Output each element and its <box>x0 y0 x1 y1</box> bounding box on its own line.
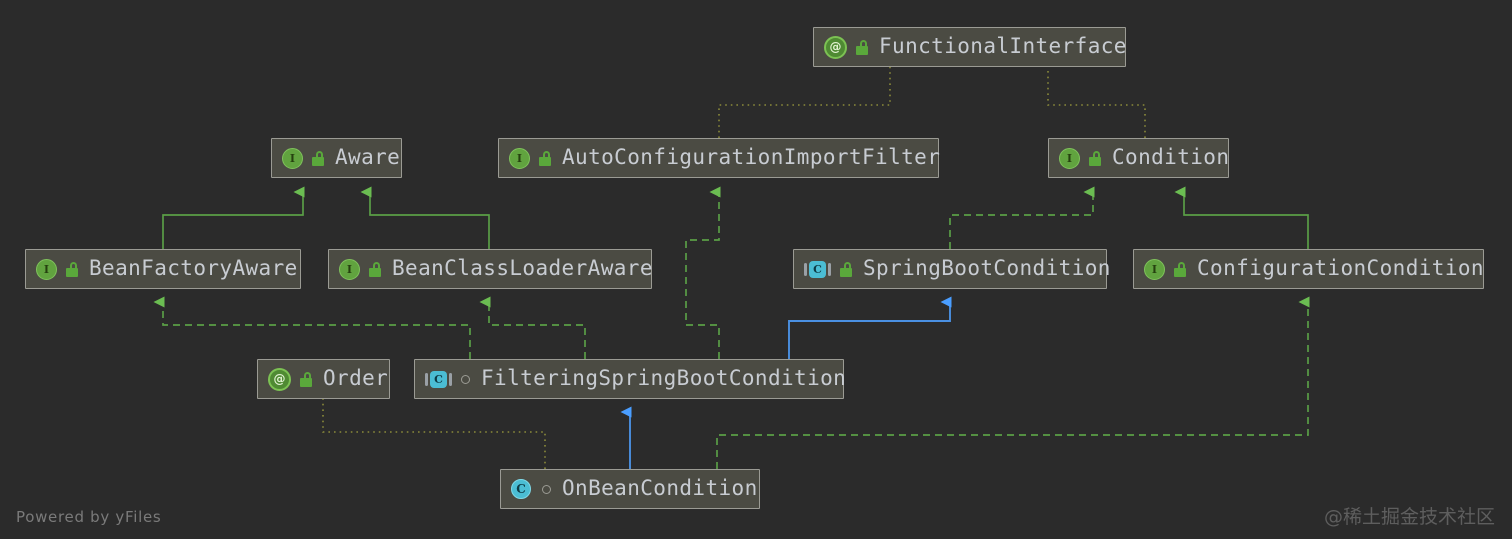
interface-i-icon: I <box>509 147 530 169</box>
node-bean-factory-aware[interactable]: I BeanFactoryAware <box>25 249 301 289</box>
node-label: AutoConfigurationImportFilter <box>562 144 941 169</box>
node-label: FunctionalInterface <box>879 33 1127 58</box>
lock-public-icon <box>1088 150 1103 166</box>
node-label: FilteringSpringBootCondition <box>481 365 847 390</box>
package-private-icon <box>461 374 470 384</box>
edge-autoconfigurationimportfilter-functionalinterface <box>718 67 891 138</box>
edge-configurationcondition-condition <box>1174 186 1309 249</box>
lock-public-icon <box>538 150 553 166</box>
node-configuration-condition[interactable]: I ConfigurationCondition <box>1133 249 1484 289</box>
abstract-class-c-icon: C <box>804 260 831 278</box>
node-spring-boot-condition[interactable]: C SpringBootCondition <box>793 249 1110 289</box>
interface-i-icon: I <box>1144 258 1165 280</box>
lock-public-icon <box>855 39 870 55</box>
abstract-class-c-icon: C <box>425 370 452 388</box>
node-bean-class-loader-aware[interactable]: I BeanClassLoaderAware <box>328 249 652 289</box>
node-label: OnBeanCondition <box>562 475 758 500</box>
node-order[interactable]: @ Order <box>257 359 390 399</box>
node-label: BeanClassLoaderAware <box>392 255 653 280</box>
node-condition[interactable]: I Condition <box>1048 138 1229 178</box>
interface-i-icon: I <box>282 147 303 169</box>
edge-springbootcondition-condition <box>949 186 1095 249</box>
node-label: ConfigurationCondition <box>1197 255 1484 280</box>
interface-i-icon: I <box>36 258 57 280</box>
annotation-at-icon: @ <box>268 367 291 391</box>
lock-public-icon <box>368 261 383 277</box>
node-filtering-spring-boot-condition[interactable]: C FilteringSpringBootCondition <box>414 359 847 399</box>
edge-beanclassloaderaware-aware <box>360 186 490 249</box>
edge-onbeancondition-order <box>322 399 546 469</box>
node-label: Condition <box>1112 144 1230 169</box>
edge-filteringspringbootcondition-springbootcondition <box>788 296 952 359</box>
interface-i-icon: I <box>1059 147 1080 169</box>
lock-public-icon <box>1173 261 1188 277</box>
edge-filteringspringbootcondition-beanclassloaderaware <box>479 296 586 359</box>
edge-condition-functionalinterface <box>1047 67 1146 138</box>
node-auto-configuration-import-filter[interactable]: I AutoConfigurationImportFilter <box>498 138 941 178</box>
lock-public-icon <box>839 261 854 277</box>
node-label: Aware <box>335 144 401 169</box>
node-on-bean-condition[interactable]: C OnBeanCondition <box>500 469 760 509</box>
node-functional-interface[interactable]: @ FunctionalInterface <box>813 27 1126 67</box>
lock-public-icon <box>299 371 314 387</box>
powered-by-label: Powered by yFiles <box>16 508 162 526</box>
edge-filteringspringbootcondition-autoconfigurationimportfilter <box>685 186 721 359</box>
watermark-label: @稀土掘金技术社区 <box>1323 506 1495 528</box>
edge-beanfactoryaware-aware <box>162 186 305 249</box>
edge-filteringspringbootcondition-beanfactoryaware <box>153 296 471 359</box>
annotation-at-icon: @ <box>824 35 847 59</box>
node-label: BeanFactoryAware <box>89 255 298 280</box>
node-aware[interactable]: I Aware <box>271 138 402 178</box>
node-label: Order <box>323 365 389 390</box>
node-label: SpringBootCondition <box>863 255 1111 280</box>
lock-public-icon <box>65 261 80 277</box>
class-c-icon: C <box>511 479 531 499</box>
interface-i-icon: I <box>339 258 360 280</box>
lock-public-icon <box>311 150 326 166</box>
class-diagram-canvas: @ FunctionalInterface I Aware I AutoConf… <box>0 0 1512 539</box>
package-private-icon <box>542 484 551 494</box>
